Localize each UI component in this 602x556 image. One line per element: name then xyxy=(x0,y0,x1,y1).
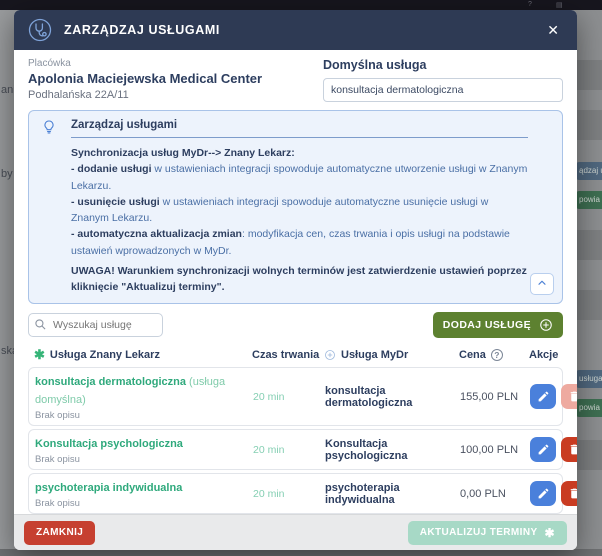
edit-service-button[interactable] xyxy=(530,481,556,506)
column-header-actions: Akcje xyxy=(529,349,558,361)
modal-title: ZARZĄDZAJ USŁUGAMI xyxy=(64,23,543,37)
default-service-block: Domyślna usługa xyxy=(323,58,563,102)
pencil-icon xyxy=(537,487,550,500)
default-service-label: Domyślna usługa xyxy=(323,58,563,72)
info-warning: UWAGA! Warunkiem synchronizacji wolnych … xyxy=(71,264,528,296)
manage-services-modal: ZARZĄDZAJ USŁUGAMI ✕ Placówka Apolonia M… xyxy=(14,10,577,550)
mydr-badge-icon xyxy=(324,349,336,361)
service-mydr-name: psychoterapia indywidualna xyxy=(325,482,460,506)
search-input[interactable] xyxy=(28,313,163,337)
column-header-price: Cena xyxy=(459,349,486,361)
background-service-button: usługa xyxy=(576,370,602,388)
help-icon: ? xyxy=(528,1,532,8)
info-box-title: Zarządzaj usługami xyxy=(71,119,528,138)
services-table: konsultacja dermatologiczna (usługa domy… xyxy=(28,367,563,514)
search-icon xyxy=(34,318,47,331)
info-box: Zarządzaj usługami Synchronizacja usług … xyxy=(28,110,563,304)
service-price: 0,00 PLN xyxy=(460,488,530,500)
info-sync-heading: Synchronizacja usług MyDr--> Znany Lekar… xyxy=(71,147,295,159)
column-header-duration: Czas trwania xyxy=(252,349,324,361)
facility-name: Apolonia Maciejewska Medical Center xyxy=(28,71,262,86)
app-topbar: ? ▤ xyxy=(0,0,602,10)
info-line: - usunięcie usługi w ustawieniach integr… xyxy=(71,194,528,227)
search-box xyxy=(28,313,163,337)
delete-service-button[interactable] xyxy=(561,481,577,506)
close-modal-button[interactable]: ZAMKNIJ xyxy=(24,521,95,545)
info-line: - automatyczna aktualizacja zmian: modyf… xyxy=(71,226,528,259)
modal-header: ZARZĄDZAJ USŁUGAMI ✕ xyxy=(14,10,577,50)
chevron-up-icon xyxy=(536,277,548,292)
trash-icon xyxy=(568,443,578,456)
znanylekarz-star-icon: ✱ xyxy=(34,348,45,361)
pencil-icon xyxy=(537,443,550,456)
trash-icon xyxy=(568,487,578,500)
service-name: Konsultacja psychologiczna xyxy=(35,438,183,450)
edit-service-button[interactable] xyxy=(530,384,556,409)
edit-service-button[interactable] xyxy=(530,437,556,462)
service-duration: 20 min xyxy=(253,391,325,403)
service-duration: 20 min xyxy=(253,488,325,500)
background-notify-button: powia xyxy=(576,399,602,417)
pencil-icon xyxy=(537,390,550,403)
service-name: psychoterapia indywidualna xyxy=(35,482,182,494)
facility-label: Placówka xyxy=(28,58,262,69)
menu-icon: ▤ xyxy=(556,1,563,9)
table-row: Konsultacja psychologiczna Brak opisu 20… xyxy=(28,429,563,470)
add-service-button[interactable]: DODAJ USŁUGĘ xyxy=(433,312,563,338)
close-icon[interactable]: ✕ xyxy=(543,20,563,41)
price-help-icon[interactable]: ? xyxy=(491,349,503,361)
trash-icon xyxy=(568,390,578,403)
plus-circle-icon xyxy=(539,318,553,332)
info-line: - dodanie usługi w ustawieniach integrac… xyxy=(71,161,528,194)
stethoscope-icon xyxy=(28,18,52,42)
background-manage-button: ądzaj u xyxy=(576,162,602,180)
background-shadow xyxy=(0,549,602,556)
service-price: 155,00 PLN xyxy=(460,391,530,403)
service-description: Brak opisu xyxy=(35,410,253,421)
modal-body: Placówka Apolonia Maciejewska Medical Ce… xyxy=(14,50,577,514)
service-mydr-name: Konsultacja psychologiczna xyxy=(325,438,460,462)
service-price: 100,00 PLN xyxy=(460,444,530,456)
service-mydr-name: konsultacja dermatologiczna xyxy=(325,385,460,409)
delete-service-button[interactable] xyxy=(561,437,577,462)
default-service-input[interactable] xyxy=(323,78,563,102)
update-terms-button[interactable]: AKTUALIZUJ TERMINY ✱ xyxy=(408,521,567,545)
service-name: konsultacja dermatologiczna xyxy=(35,376,186,388)
service-description: Brak opisu xyxy=(35,454,253,465)
background-notify-button: powia xyxy=(576,191,602,209)
znanylekarz-star-icon: ✱ xyxy=(545,526,555,540)
table-row: psychoterapia indywidualna Brak opisu 20… xyxy=(28,473,563,514)
column-header-service-mydr: Usługa MyDr xyxy=(341,349,408,361)
column-header-service-zl: Usługa Znany Lekarz xyxy=(50,349,160,361)
lightbulb-icon xyxy=(41,119,57,135)
modal-footer: ZAMKNIJ AKTUALIZUJ TERMINY ✱ xyxy=(14,514,577,550)
delete-service-button[interactable] xyxy=(561,384,577,409)
table-row: konsultacja dermatologiczna (usługa domy… xyxy=(28,367,563,426)
service-description: Brak opisu xyxy=(35,498,253,509)
facility-address: Podhalańska 22A/11 xyxy=(28,89,262,101)
table-header: ✱ Usługa Znany Lekarz Czas trwania Usług… xyxy=(28,346,563,367)
collapse-info-button[interactable] xyxy=(530,273,554,295)
service-duration: 20 min xyxy=(253,444,325,456)
background-text-fragment: by xyxy=(1,168,13,180)
facility-block: Placówka Apolonia Maciejewska Medical Ce… xyxy=(28,58,262,102)
